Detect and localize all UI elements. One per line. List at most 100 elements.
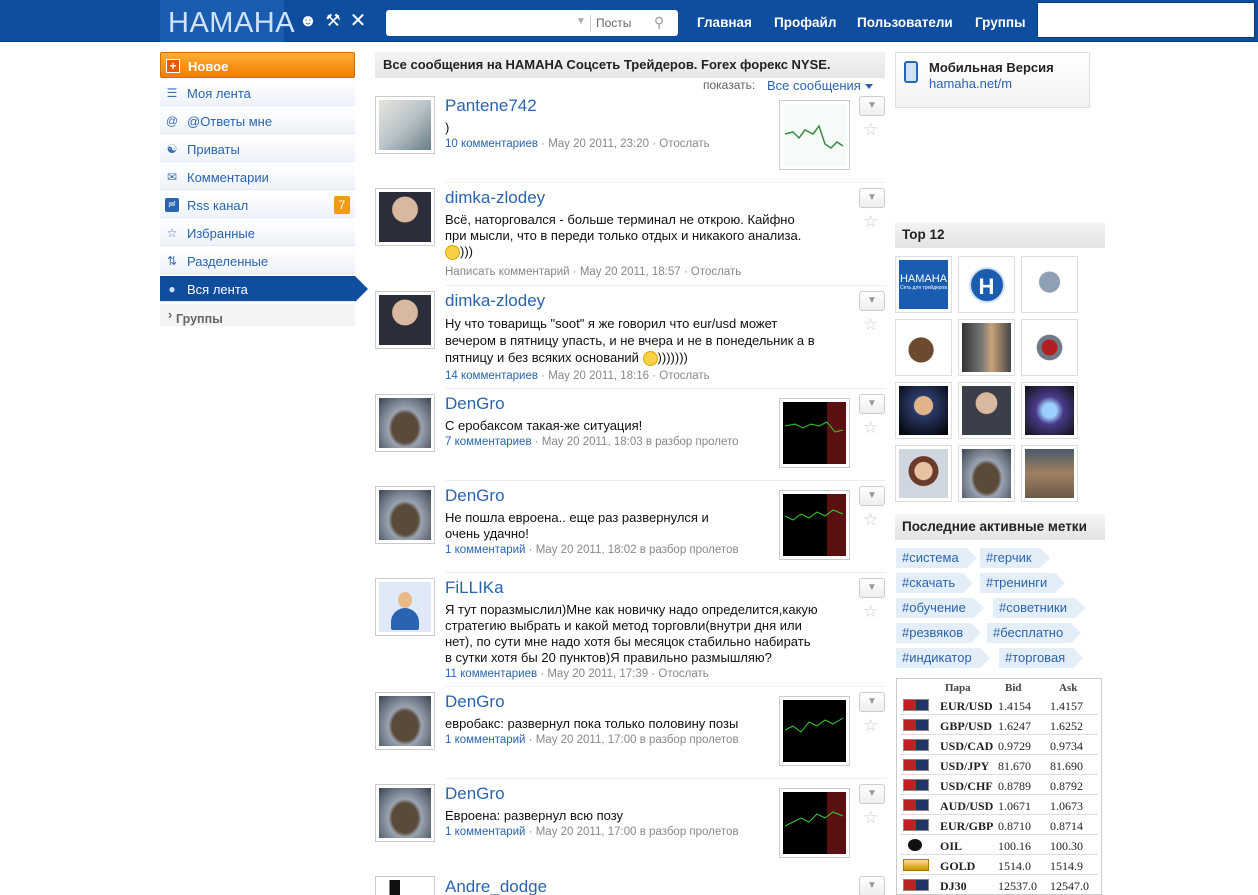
favorite-star-icon[interactable]: ☆ xyxy=(863,808,878,828)
comments-link[interactable]: 11 комментариев xyxy=(445,668,537,680)
comments-link[interactable]: 1 комментарий xyxy=(445,734,525,746)
top-user-avatar[interactable] xyxy=(895,445,952,502)
post-group[interactable]: в разбор пролето xyxy=(646,436,739,448)
menu-comments[interactable]: ✉ Комментарии xyxy=(160,164,355,190)
post-menu-chevron[interactable]: ▼ xyxy=(859,96,885,116)
avatar[interactable] xyxy=(375,692,435,750)
avatar[interactable] xyxy=(375,486,435,544)
chart-thumbnail[interactable] xyxy=(779,490,850,560)
menu-my-feed[interactable]: ☰ Моя лента xyxy=(160,80,355,106)
post-menu-chevron[interactable]: ▼ xyxy=(859,188,885,208)
avatar[interactable] xyxy=(375,96,435,154)
avatar[interactable] xyxy=(375,876,435,895)
menu-rss[interactable]: ≓ Rss канал 7 xyxy=(160,192,355,218)
search-box[interactable]: ▼ Посты ⚲ xyxy=(386,10,678,36)
menu-favorites[interactable]: ☆ Избранные xyxy=(160,220,355,246)
post-menu-chevron[interactable]: ▼ xyxy=(859,394,885,414)
menu-shared[interactable]: ⇅ Разделенные xyxy=(160,248,355,274)
post-author[interactable]: FiLLIKa xyxy=(445,578,504,598)
tag-link[interactable]: #резвяков xyxy=(896,623,982,643)
close-icon[interactable]: ✕ xyxy=(348,11,368,31)
send-link[interactable]: Отослать xyxy=(691,266,741,278)
comments-link[interactable]: 1 комментарий xyxy=(445,544,525,556)
user-icon[interactable]: ☻ xyxy=(298,11,318,31)
top-user-avatar[interactable] xyxy=(958,382,1015,439)
menu-groups[interactable]: › Группы xyxy=(160,304,355,326)
show-filter-dropdown[interactable]: Все сообщения xyxy=(767,78,873,93)
post-group[interactable]: в разбор пролетов xyxy=(640,544,739,556)
chart-thumbnail[interactable] xyxy=(779,100,850,170)
post-author[interactable]: Andre_dodge xyxy=(445,877,547,895)
post-author[interactable]: Pantene742 xyxy=(445,96,537,116)
post-menu-chevron[interactable]: ▼ xyxy=(859,876,885,895)
favorite-star-icon[interactable]: ☆ xyxy=(863,602,878,622)
top-user-avatar[interactable] xyxy=(1021,319,1078,376)
top-user-avatar[interactable] xyxy=(895,382,952,439)
menu-all-feed[interactable]: ● Вся лента xyxy=(160,276,368,302)
send-link[interactable]: Отослать xyxy=(659,370,709,382)
tag-link[interactable]: #торговая xyxy=(999,648,1084,668)
top-user-avatar[interactable] xyxy=(1021,256,1078,313)
top-user-avatar[interactable] xyxy=(895,319,952,376)
comments-link[interactable]: 10 комментариев xyxy=(445,138,538,150)
post-author[interactable]: dimka-zlodey xyxy=(445,291,545,311)
send-link[interactable]: Отослать xyxy=(658,668,708,680)
top-user-avatar[interactable] xyxy=(1021,445,1078,502)
post-menu-chevron[interactable]: ▼ xyxy=(859,784,885,804)
comments-link[interactable]: Написать комментарий xyxy=(445,266,570,278)
mobile-version-link[interactable]: hamaha.net/m xyxy=(929,76,1012,91)
avatar[interactable] xyxy=(375,188,435,246)
search-scope[interactable]: Посты xyxy=(596,16,631,30)
comments-link[interactable]: 7 комментариев xyxy=(445,436,532,448)
post-group[interactable]: в разбор пролетов xyxy=(640,734,739,746)
wrench-icon[interactable]: ⚒ xyxy=(323,11,343,31)
favorite-star-icon[interactable]: ☆ xyxy=(863,315,878,335)
tag-link[interactable]: #система xyxy=(896,548,977,568)
post-menu-chevron[interactable]: ▼ xyxy=(859,291,885,311)
post-author[interactable]: DenGro xyxy=(445,692,505,712)
avatar[interactable] xyxy=(375,784,435,842)
search-icon[interactable]: ⚲ xyxy=(654,14,664,31)
top-user-avatar[interactable] xyxy=(958,445,1015,502)
favorite-star-icon[interactable]: ☆ xyxy=(863,716,878,736)
menu-new[interactable]: + Новое xyxy=(160,52,355,78)
comments-link[interactable]: 1 комментарий xyxy=(445,826,525,838)
top-user-avatar[interactable] xyxy=(1021,382,1078,439)
top-user-avatar[interactable]: H xyxy=(958,256,1015,313)
tag-link[interactable]: #герчик xyxy=(980,548,1050,568)
top-user-avatar[interactable] xyxy=(958,319,1015,376)
post-author[interactable]: DenGro xyxy=(445,394,505,414)
favorite-star-icon[interactable]: ☆ xyxy=(863,212,878,232)
post-menu-chevron[interactable]: ▼ xyxy=(859,486,885,506)
nav-profile[interactable]: Профайл xyxy=(774,15,836,30)
top-user-avatar[interactable]: HAMAHA Сеть для трейдеров xyxy=(895,256,952,313)
chart-thumbnail[interactable] xyxy=(779,788,850,858)
tag-link[interactable]: #бесплатно xyxy=(987,623,1082,643)
chevron-down-icon[interactable]: ▼ xyxy=(576,16,586,27)
favorite-star-icon[interactable]: ☆ xyxy=(863,510,878,530)
chart-thumbnail[interactable] xyxy=(779,696,850,766)
post-menu-chevron[interactable]: ▼ xyxy=(859,692,885,712)
nav-groups[interactable]: Группы xyxy=(975,15,1026,30)
nav-users[interactable]: Пользователи xyxy=(857,15,953,30)
post-menu-chevron[interactable]: ▼ xyxy=(859,578,885,598)
tag-link[interactable]: #тренинги xyxy=(980,573,1066,593)
send-link[interactable]: Отослать xyxy=(659,138,709,150)
tag-link[interactable]: #индикатор xyxy=(896,648,990,668)
tag-link[interactable]: #советники xyxy=(993,598,1086,618)
avatar[interactable] xyxy=(375,578,435,636)
post-author[interactable]: DenGro xyxy=(445,486,505,506)
favorite-star-icon[interactable]: ☆ xyxy=(863,120,878,140)
site-logo[interactable]: НАМАНА xyxy=(160,0,295,42)
menu-replies[interactable]: @ @Ответы мне xyxy=(160,108,355,134)
comments-link[interactable]: 14 комментариев xyxy=(445,370,538,382)
nav-home[interactable]: Главная xyxy=(697,15,752,30)
avatar[interactable] xyxy=(375,291,435,349)
chart-thumbnail[interactable] xyxy=(779,398,850,468)
post-author[interactable]: dimka-zlodey xyxy=(445,188,545,208)
tag-link[interactable]: #скачать xyxy=(896,573,974,593)
tag-link[interactable]: #обучение xyxy=(896,598,984,618)
avatar[interactable] xyxy=(375,394,435,452)
favorite-star-icon[interactable]: ☆ xyxy=(863,418,878,438)
post-author[interactable]: DenGro xyxy=(445,784,505,804)
